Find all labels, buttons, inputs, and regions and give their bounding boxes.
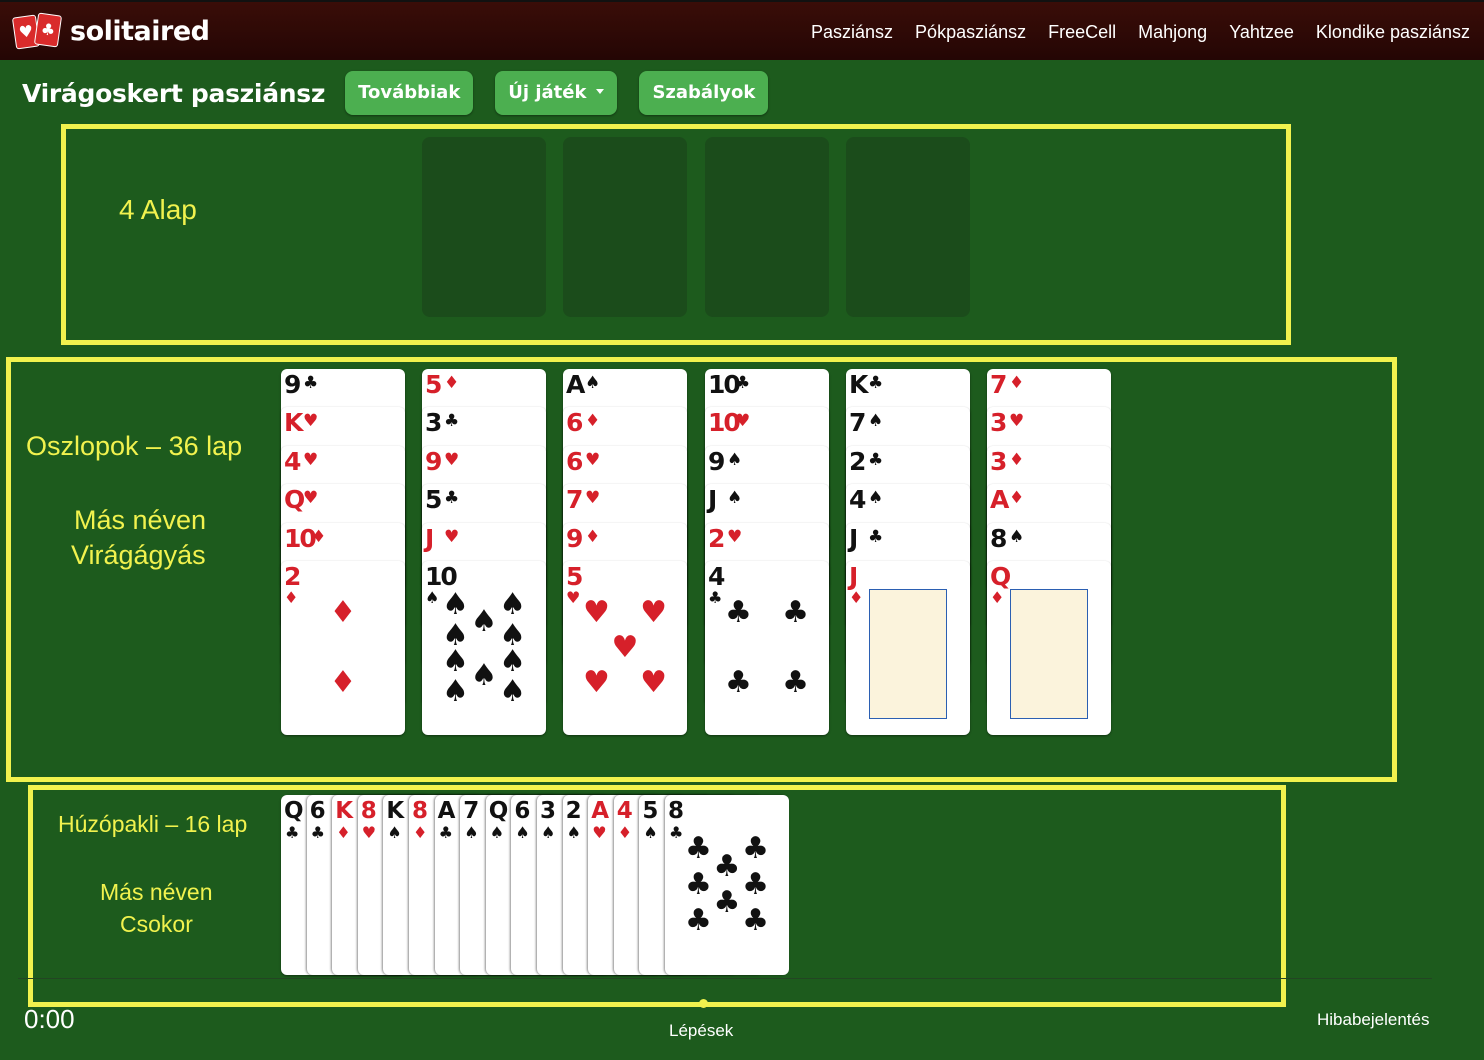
nav-link-solitaire[interactable]: Pasziánsz bbox=[811, 22, 893, 43]
moves-indicator bbox=[699, 999, 708, 1008]
new-game-button[interactable]: Új játék bbox=[495, 71, 618, 115]
main-nav: Pasziánsz Pókpasziánsz FreeCell Mahjong … bbox=[811, 22, 1470, 43]
nav-link-mahjong[interactable]: Mahjong bbox=[1138, 22, 1207, 43]
stock-annotation-title: Húzópakli – 16 lap bbox=[58, 811, 248, 837]
nav-link-freecell[interactable]: FreeCell bbox=[1048, 22, 1116, 43]
columns-annotation-title: Oszlopok – 36 lap bbox=[26, 431, 243, 461]
more-button-label: Továbbiak bbox=[358, 82, 461, 103]
rules-button-label: Szabályok bbox=[652, 82, 756, 103]
columns-annotation-alias: Más néven bbox=[74, 505, 207, 535]
site-logo[interactable]: ♥ ♣ solitaired bbox=[11, 12, 210, 50]
logo-cards-icon: ♥ ♣ bbox=[11, 12, 64, 50]
report-bug-link[interactable]: Hibabejelentés bbox=[1317, 1010, 1429, 1030]
columns-annotation-name: Virágágyás bbox=[71, 540, 206, 570]
nav-link-klondike[interactable]: Klondike pasziánsz bbox=[1316, 22, 1470, 43]
moves-label: Lépések bbox=[669, 1021, 734, 1040]
stock-annotation-name: Csokor bbox=[120, 911, 193, 937]
stock-annotation-alias: Más néven bbox=[100, 879, 213, 905]
nav-link-yahtzee[interactable]: Yahtzee bbox=[1229, 22, 1294, 43]
more-button[interactable]: Továbbiak bbox=[345, 71, 474, 115]
game-timer: 0:00 bbox=[24, 1004, 75, 1034]
columns-highlight bbox=[6, 357, 1397, 782]
page-title: Virágoskert pasziánsz bbox=[22, 78, 326, 108]
top-navbar: ♥ ♣ solitaired Pasziánsz Pókpasziánsz Fr… bbox=[0, 0, 1484, 60]
footer-divider bbox=[18, 978, 1432, 979]
brand-name: solitaired bbox=[70, 15, 210, 47]
foundations-annotation: 4 Alap bbox=[119, 194, 197, 225]
rules-button[interactable]: Szabályok bbox=[639, 71, 769, 115]
new-game-button-label: Új játék bbox=[508, 82, 587, 103]
foundations-highlight bbox=[61, 124, 1291, 345]
caret-down-icon bbox=[596, 88, 605, 94]
game-toolbar: Virágoskert pasziánsz Továbbiak Új játék… bbox=[22, 70, 790, 116]
nav-link-spider[interactable]: Pókpasziánsz bbox=[915, 22, 1026, 43]
